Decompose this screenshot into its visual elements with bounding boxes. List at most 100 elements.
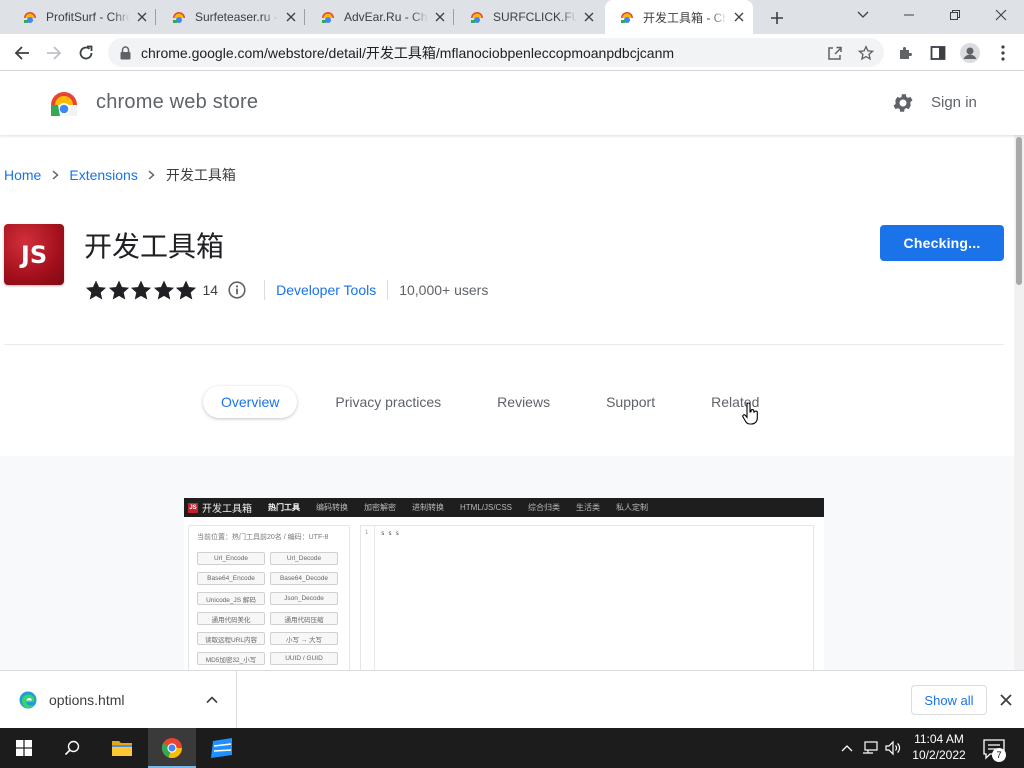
windows-taskbar: 11:04 AM 10/2/2022 7 [0, 728, 1024, 768]
sign-in-link[interactable]: Sign in [931, 94, 977, 111]
network-icon[interactable] [860, 738, 880, 758]
tab-close-icon[interactable] [283, 9, 299, 25]
show-all-button[interactable]: Show all [911, 685, 987, 715]
extension-meta: 14 Developer Tools 10,000+ users [85, 279, 488, 301]
profile-button[interactable] [957, 40, 983, 66]
store-name[interactable]: chrome web store [96, 91, 258, 114]
new-tab-button[interactable] [766, 7, 788, 29]
side-panel-button[interactable] [925, 40, 951, 66]
tab-privacy-practices[interactable]: Privacy practices [335, 386, 441, 418]
divider [4, 344, 1004, 345]
extension-icon-text: JS [20, 240, 48, 269]
search-button[interactable] [48, 728, 96, 768]
folder-icon [112, 741, 132, 756]
tray-chevron-up-icon[interactable] [837, 738, 857, 758]
taskbar-chrome[interactable] [148, 728, 196, 768]
screenshot-tool-button: Base64_Decode [270, 572, 338, 585]
forward-button[interactable] [41, 40, 67, 66]
breadcrumb-current: 开发工具箱 [165, 167, 236, 183]
taskbar-clock[interactable]: 11:04 AM 10/2/2022 [906, 731, 972, 763]
add-to-chrome-button[interactable]: Checking... [880, 225, 1004, 261]
browser-tab-active[interactable]: 开发工具箱 - Chrome Web Store [605, 0, 753, 34]
extension-icon: JS [4, 224, 64, 285]
browser-tab[interactable]: ProfitSurf - Chrome Web Store [8, 0, 156, 34]
browser-tab[interactable]: Surfeteaser.ru - Chrome Web Store [157, 0, 305, 34]
lock-icon[interactable] [120, 45, 131, 60]
gear-icon[interactable] [891, 91, 915, 115]
screenshot-tool-panel: 当前位置：热门工具前20名 / 编码：UTF-8 Url_Encode Url_… [188, 525, 350, 670]
tab-title: ProfitSurf - Chrome Web Store [46, 10, 130, 24]
screenshot-tool-button: Url_Encode [197, 552, 265, 565]
screenshot-tool-button: 小写 → 大写 [270, 632, 338, 645]
url-text[interactable]: chrome.google.com/webstore/detail/开发工具箱/… [141, 43, 674, 63]
volume-icon[interactable] [883, 738, 903, 758]
scrollbar-thumb[interactable] [1016, 137, 1022, 285]
taskbar-app[interactable] [198, 728, 246, 768]
browser-tab[interactable]: SURFCLICK.FUN - Chrome Web Store [455, 0, 603, 34]
restore-button[interactable] [932, 0, 978, 30]
extensions-button[interactable] [893, 40, 919, 66]
plus-icon [771, 12, 783, 24]
category-link[interactable]: Developer Tools [276, 282, 376, 298]
tab-title: AdvEar.Ru - Chrome Web Store [344, 10, 428, 24]
screenshot-menu-item: 生活类 [576, 503, 601, 512]
browser-tab[interactable]: AdvEar.Ru - Chrome Web Store [306, 0, 454, 34]
chrome-icon [161, 738, 183, 759]
screenshot-tool-button: 通用代码压缩 [270, 612, 338, 625]
restore-icon [950, 10, 960, 20]
back-button[interactable] [9, 40, 35, 66]
page-scrollbar[interactable] [1014, 135, 1024, 670]
close-window-button[interactable] [978, 0, 1024, 30]
breadcrumb-home-link[interactable]: Home [4, 167, 41, 183]
screenshot-tool-button: UUID / GUID [270, 652, 338, 665]
screenshot-menu-item: 编码转换 [316, 503, 348, 512]
start-button[interactable] [0, 728, 48, 768]
taskbar-file-explorer[interactable] [98, 728, 146, 768]
bookmark-button[interactable] [853, 40, 879, 66]
minimize-icon [904, 14, 914, 16]
share-icon [828, 46, 842, 60]
screenshot-menu-item: 进制转换 [412, 503, 444, 512]
screenshot-location: 当前位置：热门工具前20名 / 编码：UTF-8 [197, 534, 329, 541]
tab-support[interactable]: Support [606, 386, 655, 418]
screenshot-menu-item: 热门工具 [268, 503, 300, 512]
close-icon[interactable] [997, 691, 1015, 709]
tab-close-icon[interactable] [432, 9, 448, 25]
address-bar[interactable]: chrome.google.com/webstore/detail/开发工具箱/… [108, 38, 884, 67]
chevron-up-icon[interactable] [204, 692, 220, 708]
info-icon[interactable] [228, 281, 246, 299]
chrome-web-store-favicon-icon [471, 12, 483, 23]
reload-button[interactable] [73, 40, 99, 66]
download-bar: options.html Show all [0, 670, 1024, 728]
star-icon [153, 279, 174, 300]
tab-close-icon[interactable] [134, 9, 150, 25]
tab-reviews[interactable]: Reviews [497, 386, 550, 418]
star-rating[interactable] [85, 279, 198, 301]
store-header: chrome web store Sign in [0, 71, 1024, 135]
share-button[interactable] [822, 40, 848, 66]
tab-search-button[interactable] [840, 0, 886, 30]
chevron-right-icon [41, 170, 69, 180]
screenshot-tool-button: Url_Decode [270, 552, 338, 565]
extension-title: 开发工具箱 [84, 230, 225, 263]
star-outline-icon [858, 45, 874, 61]
screenshot-menubar: JS 开发工具箱 热门工具 编码转换 加密解密 进制转换 HTML/JS/CSS… [184, 498, 824, 517]
puzzle-icon [900, 47, 912, 59]
tab-close-icon[interactable] [731, 9, 747, 25]
chrome-web-store-favicon-icon [322, 12, 334, 23]
tab-close-icon[interactable] [581, 9, 597, 25]
minimize-button[interactable] [886, 0, 932, 30]
menu-button[interactable] [990, 40, 1016, 66]
download-filename[interactable]: options.html [49, 692, 204, 708]
breadcrumb-extensions-link[interactable]: Extensions [69, 167, 137, 183]
tab-overview[interactable]: Overview [203, 386, 298, 418]
chrome-web-store-logo-icon[interactable] [50, 90, 78, 116]
extension-screenshot[interactable]: JS 开发工具箱 热门工具 编码转换 加密解密 进制转换 HTML/JS/CSS… [184, 498, 824, 670]
rating-count[interactable]: 14 [203, 282, 219, 298]
download-item[interactable]: options.html [0, 671, 237, 728]
screenshot-tool-button: Json_Decode [270, 592, 338, 605]
store-content: Home Extensions 开发工具箱 JS 开发工具箱 Checking.… [0, 135, 1014, 670]
screenshot-tool-button: 通用代码美化 [197, 612, 265, 625]
windows-logo-icon [16, 740, 32, 756]
close-icon [995, 9, 1007, 21]
